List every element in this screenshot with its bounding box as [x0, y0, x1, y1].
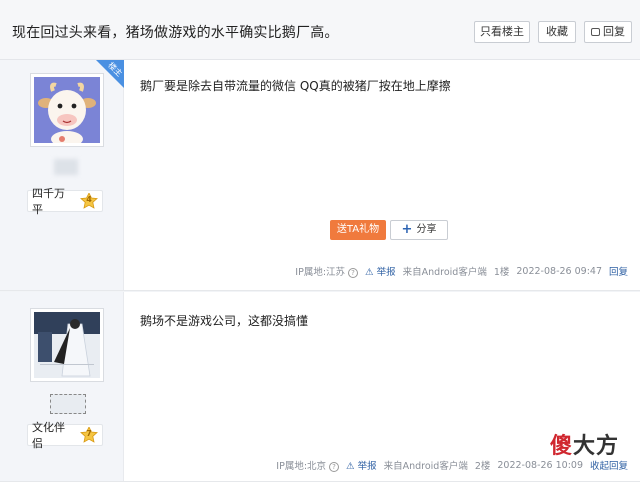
reply-button-label: 回复: [603, 25, 625, 38]
username[interactable]: 四千万平: [32, 185, 74, 217]
send-gift-button[interactable]: 送TA礼物: [330, 220, 386, 240]
level-number: 4: [86, 195, 92, 204]
thread-header: 现在回过头来看，猪场做游戏的水平确实比鹅厂高。 只看楼主 收藏 回复: [0, 0, 640, 60]
avatar[interactable]: [30, 308, 104, 382]
floor-number: 1楼: [493, 267, 510, 278]
post-time: 2022-08-26 10:09: [497, 459, 583, 471]
ip-location: IP属地:北京?: [276, 458, 340, 472]
thread-title: 现在回过头来看，猪场做游戏的水平确实比鹅厂高。: [12, 25, 339, 41]
cow-avatar-image: [34, 77, 100, 143]
blurred-info: [50, 394, 86, 414]
user-sidebar: 文化伴侣 7: [0, 292, 124, 481]
level-badge[interactable]: 4: [80, 193, 98, 209]
floor-number: 2楼: [474, 461, 491, 472]
report-link[interactable]: ⚠ 举报: [365, 264, 396, 278]
client-source: 来自Android客户端: [383, 461, 468, 472]
help-icon[interactable]: ?: [348, 268, 359, 278]
watermark: 傻大方: [550, 434, 620, 459]
user-info: 文化伴侣 7: [27, 421, 103, 450]
collect-button[interactable]: 收藏: [538, 21, 576, 43]
share-button[interactable]: + 分享: [390, 220, 448, 240]
blurred-info: [54, 159, 78, 175]
post-floor-2: 文化伴侣 7 鹅场不是游戏公司，这都没搞懂 IP属地:北京? ⚠ 举报 来自An…: [0, 292, 640, 482]
post-meta: IP属地:江苏? ⚠ 举报 来自Android客户端 1楼 2022-08-26…: [288, 264, 628, 278]
ip-location: IP属地:江苏?: [295, 264, 359, 278]
username[interactable]: 文化伴侣: [32, 419, 74, 451]
comment-icon: [591, 28, 600, 36]
reply-button[interactable]: 回复: [584, 21, 632, 43]
level-number: 7: [86, 429, 92, 438]
user-sidebar: 四千万平 4: [0, 60, 124, 290]
post-time: 2022-08-26 09:47: [516, 265, 602, 277]
share-label: 分享: [416, 224, 437, 235]
plus-icon: +: [401, 222, 413, 237]
post-content: 鹅厂要是除去自带流量的微信 QQ真的被猪厂按在地上摩擦: [140, 79, 451, 93]
post-content: 鹅场不是游戏公司，这都没搞懂: [140, 314, 309, 328]
post-meta: IP属地:北京? ⚠ 举报 来自Android客户端 2楼 2022-08-26…: [269, 458, 628, 472]
post-floor-1: 四千万平 4 楼主 鹅厂要是除去自带流量的微信 QQ真的被猪厂按在地上摩擦 送T…: [0, 60, 640, 291]
user-info: 四千万平 4: [27, 187, 103, 216]
help-icon[interactable]: ?: [329, 462, 340, 472]
reply-link[interactable]: 回复: [609, 264, 628, 278]
level-badge[interactable]: 7: [80, 427, 98, 443]
character-avatar-image: [34, 312, 100, 378]
report-link[interactable]: ⚠ 举报: [346, 458, 377, 472]
avatar[interactable]: [30, 73, 104, 147]
client-source: 来自Android客户端: [402, 267, 487, 278]
op-badge: 楼主: [96, 60, 124, 88]
only-op-button[interactable]: 只看楼主: [474, 21, 530, 43]
collapse-reply-link[interactable]: 收起回复: [590, 458, 628, 472]
